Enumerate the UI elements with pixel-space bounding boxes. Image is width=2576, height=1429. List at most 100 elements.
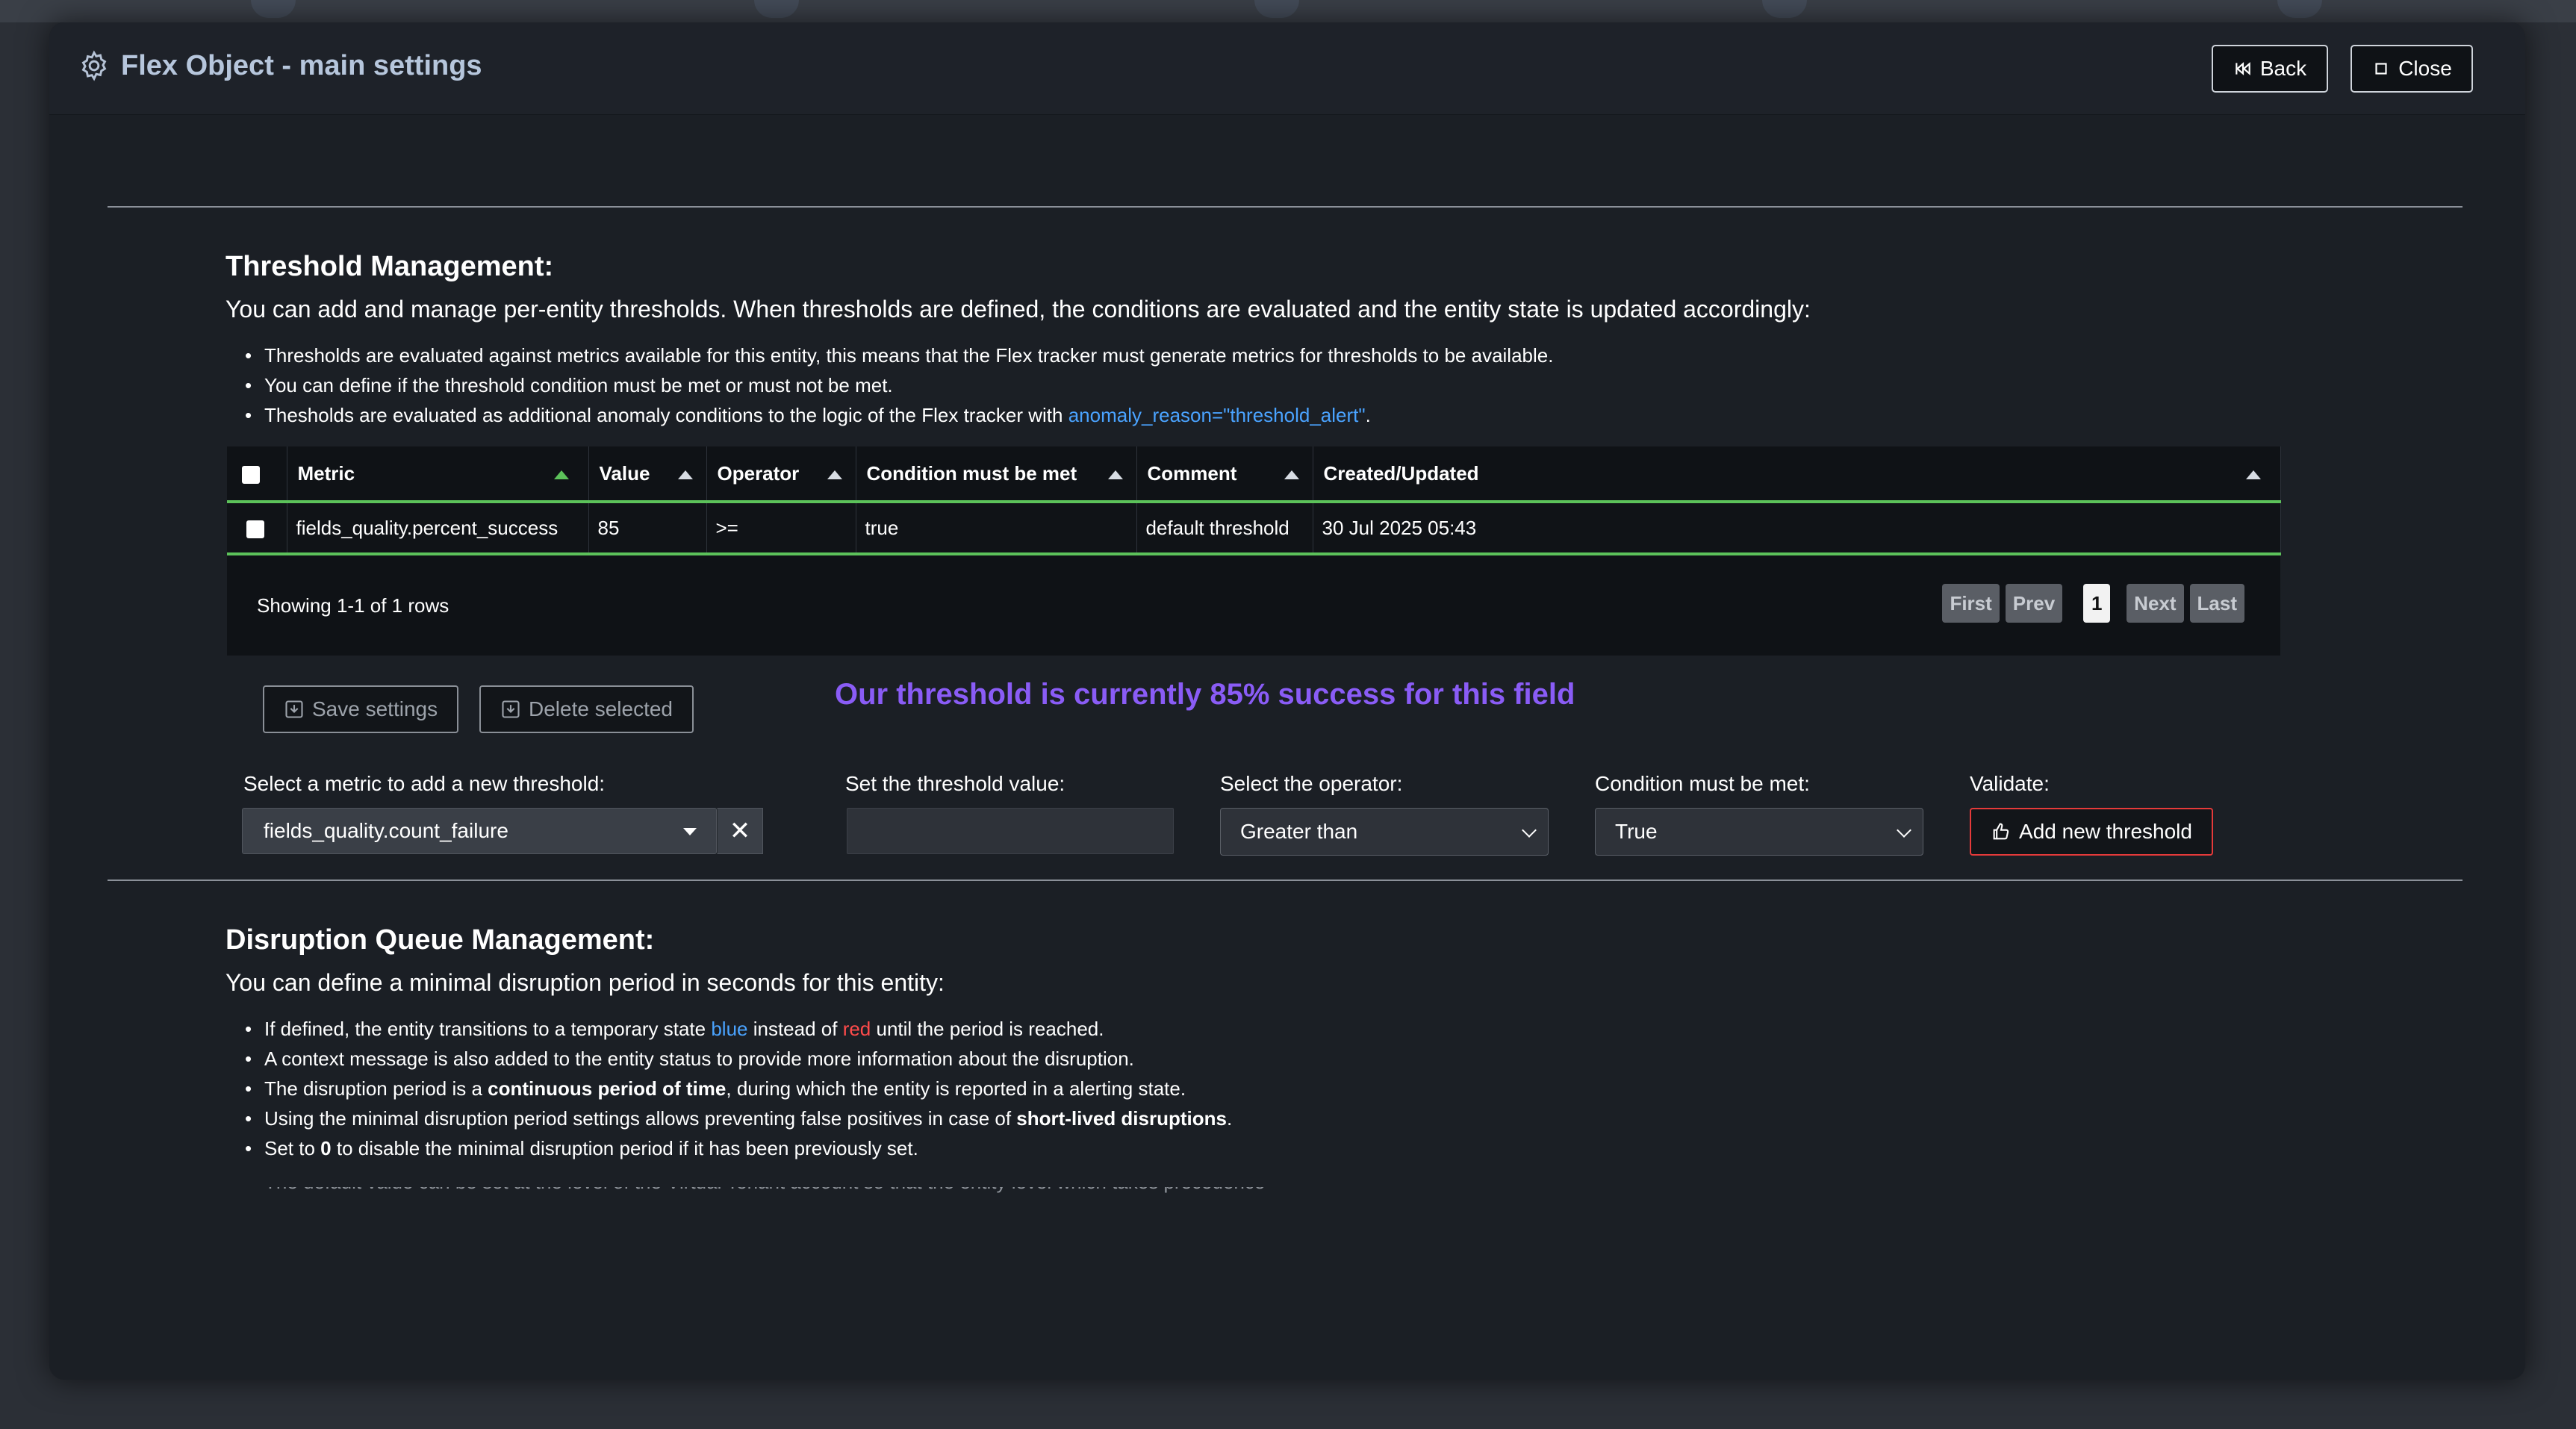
sort-asc-icon — [553, 470, 569, 479]
pagination: First Prev 1 Next Last — [1942, 584, 2244, 623]
select-all-header — [227, 446, 287, 503]
metric-select-value: fields_quality.count_failure — [264, 819, 508, 842]
background-ghost-digit — [251, 0, 296, 18]
list-item: Thresholds are evaluated against metrics… — [245, 340, 1553, 370]
metric-clear-button[interactable]: ✕ — [717, 808, 763, 854]
disruption-section-title: Disruption Queue Management: — [225, 924, 655, 956]
column-header-operator[interactable]: Operator — [706, 446, 856, 503]
row-checkbox[interactable] — [246, 520, 264, 538]
modal-title-text: Flex Object - main settings — [121, 49, 482, 81]
add-threshold-button[interactable]: Add new threshold — [1970, 808, 2213, 856]
list-item: If defined, the entity transitions to a … — [245, 1014, 1232, 1044]
column-header-created[interactable]: Created/Updated — [1313, 446, 2281, 503]
background-page-strip — [0, 0, 2576, 22]
bullet-text: to disable the minimal disruption period… — [331, 1137, 918, 1159]
bullet-text: , during which the entity is reported in… — [726, 1077, 1186, 1100]
bullet-text: Using the minimal disruption period sett… — [264, 1107, 1017, 1130]
column-header-label: Operator — [717, 461, 800, 485]
close-button[interactable]: Close — [2351, 45, 2473, 93]
threshold-value-label: Set the threshold value: — [845, 772, 1065, 795]
threshold-highlight-text: Our threshold is currently 85% success f… — [835, 678, 1575, 711]
sort-asc-icon — [677, 470, 693, 479]
column-header-condition[interactable]: Condition must be met — [856, 446, 1137, 503]
sort-asc-icon — [2245, 470, 2261, 479]
settings-modal: Flex Object - main settings Back Close T… — [49, 22, 2525, 1380]
state-blue-text: blue — [711, 1018, 748, 1040]
operator-select-value: Greater than — [1240, 820, 1358, 843]
column-header-value[interactable]: Value — [588, 446, 707, 503]
condition-select-label: Condition must be met: — [1595, 772, 1810, 795]
condition-select[interactable]: True — [1595, 808, 1923, 856]
cell-operator: >= — [706, 502, 856, 555]
condition-select-value: True — [1615, 820, 1658, 843]
bullet-text: until the period is reached. — [871, 1018, 1104, 1040]
clipped-bullet: The default value can be set at the leve… — [245, 1187, 1380, 1195]
bullet-text: If defined, the entity transitions to a … — [264, 1018, 712, 1040]
bullet-text: . — [1226, 1107, 1233, 1130]
metric-select-label: Select a metric to add a new threshold: — [243, 772, 606, 795]
back-button-label: Back — [2259, 57, 2307, 80]
anomaly-reason-link[interactable]: anomaly_reason="threshold_alert" — [1068, 404, 1366, 426]
operator-select[interactable]: Greater than — [1220, 808, 1549, 856]
square-icon — [2375, 63, 2387, 75]
sort-asc-icon — [1107, 470, 1123, 479]
bullet-text: . — [1365, 404, 1371, 426]
save-settings-button[interactable]: Save settings — [263, 685, 459, 733]
download-icon — [502, 700, 520, 718]
cell-comment: default threshold — [1136, 502, 1313, 555]
save-icon — [285, 700, 303, 718]
caret-down-icon — [683, 828, 697, 835]
threshold-value-input[interactable] — [847, 808, 1174, 854]
rows-info: Showing 1-1 of 1 rows — [257, 594, 449, 617]
sort-asc-icon — [827, 470, 842, 479]
state-red-text: red — [842, 1018, 871, 1040]
row-select-cell — [227, 502, 287, 555]
validate-label: Validate: — [1970, 772, 2050, 795]
background-ghost-digit — [1762, 0, 1807, 18]
cell-created: 30 Jul 2025 05:43 — [1313, 502, 2281, 555]
threshold-section-description: You can add and manage per-entity thresh… — [225, 296, 1811, 323]
back-button[interactable]: Back — [2212, 45, 2328, 93]
divider — [108, 206, 2463, 208]
add-threshold-label: Add new threshold — [2019, 820, 2192, 843]
column-header-comment[interactable]: Comment — [1136, 446, 1313, 503]
first-page-button[interactable]: First — [1942, 584, 2000, 623]
cell-value: 85 — [588, 502, 707, 555]
bullet-bold-text: 0 — [320, 1137, 332, 1159]
disruption-section-description: You can define a minimal disruption peri… — [225, 969, 945, 996]
page-number-button[interactable]: 1 — [2083, 584, 2111, 623]
table-row[interactable]: fields_quality.percent_success 85 >= tru… — [227, 502, 2281, 555]
thresholds-table: Metric Value Operator Condition must be … — [227, 446, 2281, 656]
select-all-checkbox[interactable] — [242, 465, 260, 484]
next-page-button[interactable]: Next — [2127, 584, 2184, 623]
bullet-text: Thesholds are evaluated as additional an… — [264, 404, 1068, 426]
disruption-bullet-list: If defined, the entity transitions to a … — [245, 1014, 1232, 1163]
delete-selected-label: Delete selected — [529, 697, 673, 720]
gear-icon — [81, 50, 107, 81]
threshold-section-title: Threshold Management: — [225, 251, 554, 282]
modal-header: Flex Object - main settings Back Close — [49, 22, 2525, 115]
column-header-metric[interactable]: Metric — [287, 446, 589, 503]
threshold-bullet-list: Thresholds are evaluated against metrics… — [245, 340, 1553, 430]
table-header-row: Metric Value Operator Condition must be … — [227, 446, 2281, 503]
bullet-text: Set to — [264, 1137, 321, 1159]
operator-select-label: Select the operator: — [1220, 772, 1403, 795]
column-header-label: Comment — [1147, 461, 1237, 485]
list-item: Thesholds are evaluated as additional an… — [245, 400, 1553, 430]
prev-page-button[interactable]: Prev — [2005, 584, 2063, 623]
last-page-button[interactable]: Last — [2189, 584, 2244, 623]
close-icon: ✕ — [729, 817, 751, 845]
column-header-label: Metric — [297, 461, 355, 485]
thumbs-up-icon — [1993, 823, 2009, 840]
metric-select[interactable]: fields_quality.count_failure — [242, 808, 717, 854]
chevron-down-icon — [1522, 823, 1537, 838]
bullet-text: instead of — [747, 1018, 843, 1040]
cell-metric: fields_quality.percent_success — [287, 502, 589, 555]
save-settings-label: Save settings — [312, 697, 438, 720]
delete-selected-button[interactable]: Delete selected — [479, 685, 694, 733]
list-item: Using the minimal disruption period sett… — [245, 1103, 1232, 1133]
list-item: You can define if the threshold conditio… — [245, 370, 1553, 400]
bullet-bold-text: short-lived disruptions — [1016, 1107, 1227, 1130]
list-item: A context message is also added to the e… — [245, 1044, 1232, 1074]
cell-condition: true — [856, 502, 1137, 555]
